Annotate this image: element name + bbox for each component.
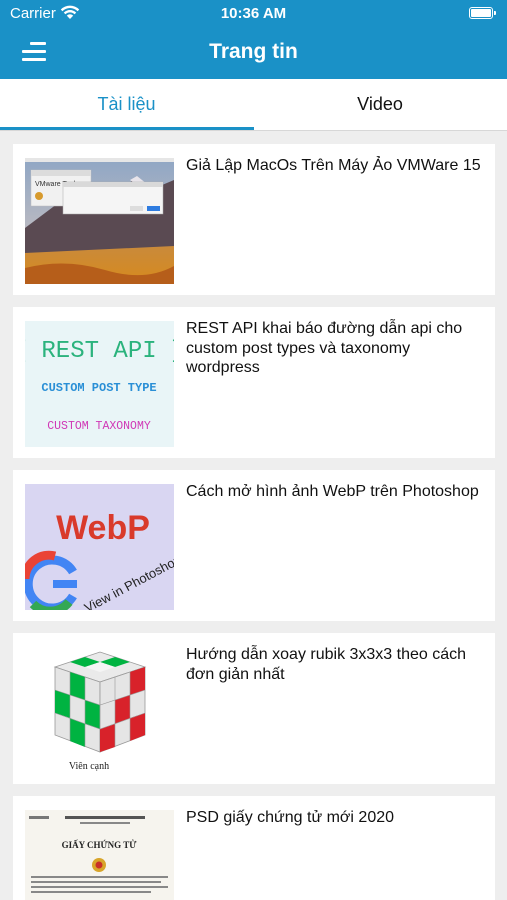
certificate-heading: GIẤY CHỨNG TỬ xyxy=(62,840,138,850)
status-bar: Carrier 10:36 AM xyxy=(0,0,507,27)
tab-divider xyxy=(0,130,507,131)
article-title: PSD giấy chứng tử mới 2020 xyxy=(186,809,395,826)
custom-post-type-text: CUSTOM POST TYPE xyxy=(41,381,156,395)
tab-video[interactable]: Video xyxy=(253,79,507,131)
article-card[interactable]: { REST API } CUSTOM POST TYPE CUSTOM TAX… xyxy=(13,307,495,458)
article-thumbnail: Viên cạnh xyxy=(25,647,174,773)
tab-bar: Tài liệu Video xyxy=(0,79,507,131)
rubik-caption: Viên cạnh xyxy=(69,761,109,772)
battery-icon xyxy=(469,7,496,19)
article-title: REST API khai báo đường dẫn api cho cust… xyxy=(186,320,463,376)
tab-documents[interactable]: Tài liệu xyxy=(0,79,253,131)
article-card[interactable]: WebP View in Photoshop Cách mở hình ảnh … xyxy=(13,470,495,621)
article-title: Cách mở hình ảnh WebP trên Photoshop xyxy=(186,483,479,500)
article-card[interactable]: GIẤY CHỨNG TỬ PSD giấy chứng tử mới 2020 xyxy=(13,796,495,900)
article-card[interactable]: VMware Tools Giả Lập MacOs Trên Máy Ảo V… xyxy=(13,144,495,295)
article-title: Hướng dẫn xoay rubik 3x3x3 theo cách đơn… xyxy=(186,646,467,683)
article-thumbnail: WebP View in Photoshop xyxy=(25,484,174,610)
clock: 10:36 AM xyxy=(220,5,287,22)
article-thumbnail: VMware Tools xyxy=(25,158,174,284)
article-thumbnail: { REST API } CUSTOM POST TYPE CUSTOM TAX… xyxy=(25,321,174,447)
webp-text: WebP xyxy=(56,509,150,547)
article-thumbnail: GIẤY CHỨNG TỬ xyxy=(25,810,174,900)
article-card[interactable]: Viên cạnh Hướng dẫn xoay rubik 3x3x3 the… xyxy=(13,633,495,784)
page-title: Trang tin xyxy=(209,40,298,63)
article-title: Giả Lập MacOs Trên Máy Ảo VMWare 15 xyxy=(186,157,481,174)
nav-bar: Trang tin xyxy=(0,27,507,79)
rest-api-text: { REST API } xyxy=(25,338,174,365)
custom-taxonomy-text: CUSTOM TAXONOMY xyxy=(47,420,151,433)
